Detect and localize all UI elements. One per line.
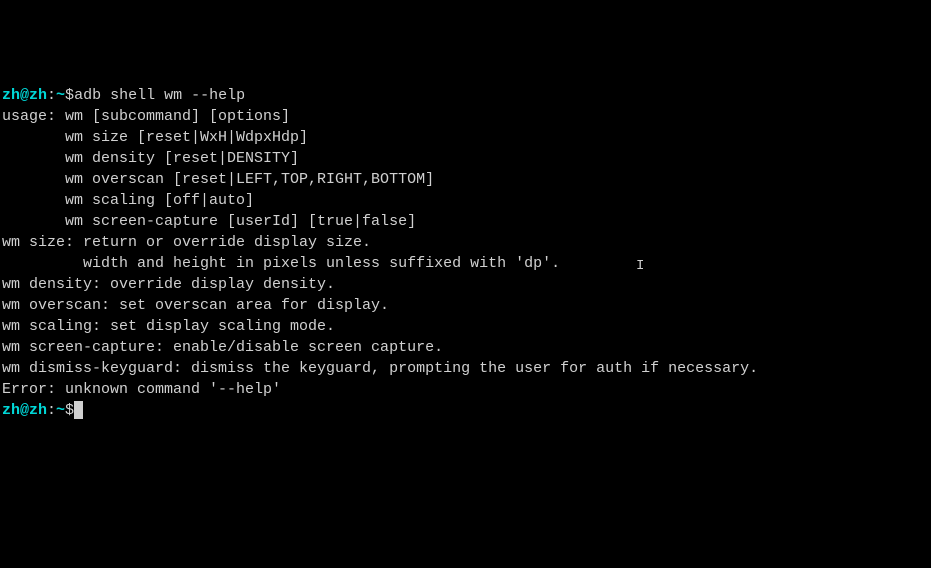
prompt-line-1: zh@zh:~$adb shell wm --help [2,85,929,106]
prompt-dollar: $ [65,402,74,419]
prompt-cwd: ~ [56,87,65,104]
terminal-output[interactable]: zh@zh:~$adb shell wm --helpusage: wm [su… [2,85,929,421]
command-text: adb shell wm --help [74,87,245,104]
prompt-user: zh@zh [2,87,47,104]
output-line: wm density: override display density. [2,274,929,295]
prompt-cwd: ~ [56,402,65,419]
output-line: Error: unknown command '--help' [2,379,929,400]
prompt-separator: : [47,87,56,104]
output-line: wm dismiss-keyguard: dismiss the keyguar… [2,358,929,379]
output-line: wm density [reset|DENSITY] [2,148,929,169]
output-line: wm size: return or override display size… [2,232,929,253]
prompt-user: zh@zh [2,402,47,419]
output-line: usage: wm [subcommand] [options] [2,106,929,127]
output-line: wm overscan [reset|LEFT,TOP,RIGHT,BOTTOM… [2,169,929,190]
output-line: wm screen-capture: enable/disable screen… [2,337,929,358]
text-cursor-icon: I [636,257,644,277]
output-line: wm scaling: set display scaling mode. [2,316,929,337]
output-line: wm scaling [off|auto] [2,190,929,211]
output-line: wm overscan: set overscan area for displ… [2,295,929,316]
prompt-dollar: $ [65,87,74,104]
output-line: width and height in pixels unless suffix… [2,253,929,274]
output-line: wm size [reset|WxH|WdpxHdp] [2,127,929,148]
prompt-line-2[interactable]: zh@zh:~$ [2,400,929,421]
output-line: wm screen-capture [userId] [true|false] [2,211,929,232]
prompt-separator: : [47,402,56,419]
cursor-block-icon [74,401,83,419]
